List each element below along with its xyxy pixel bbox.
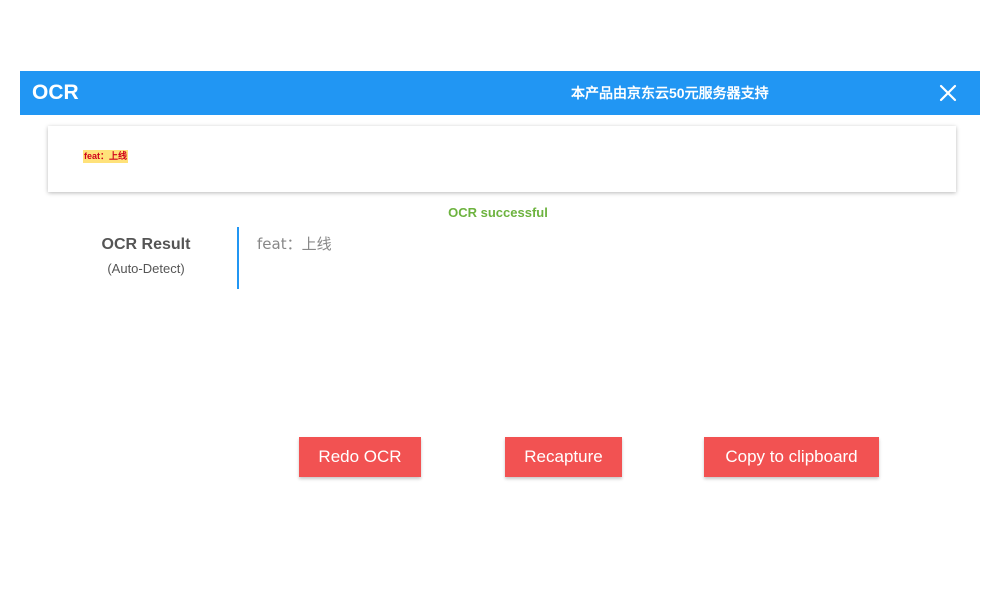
result-label-group: OCR Result (Auto-Detect) xyxy=(76,235,216,278)
captured-image-preview: feat：上线 xyxy=(83,150,129,163)
result-label: OCR Result xyxy=(101,236,191,253)
ocr-status-message: OCR successful xyxy=(448,205,548,220)
copy-to-clipboard-button[interactable]: Copy to clipboard xyxy=(704,437,879,477)
result-divider xyxy=(237,227,239,289)
close-icon[interactable] xyxy=(934,79,962,107)
ocr-result-text[interactable]: feat：上线 xyxy=(257,234,947,394)
app-title: OCR xyxy=(32,81,79,104)
redo-ocr-button[interactable]: Redo OCR xyxy=(299,437,421,477)
title-bar: OCR 本产品由京东云50元服务器支持 xyxy=(20,71,980,115)
captured-image-card: feat：上线 xyxy=(48,126,956,192)
result-sublabel: (Auto-Detect) xyxy=(107,261,185,276)
recapture-button[interactable]: Recapture xyxy=(505,437,622,477)
sponsor-link[interactable]: 本产品由京东云50元服务器支持 xyxy=(571,71,769,115)
ocr-window: OCR 本产品由京东云50元服务器支持 feat：上线 OCR successf… xyxy=(0,0,1000,600)
